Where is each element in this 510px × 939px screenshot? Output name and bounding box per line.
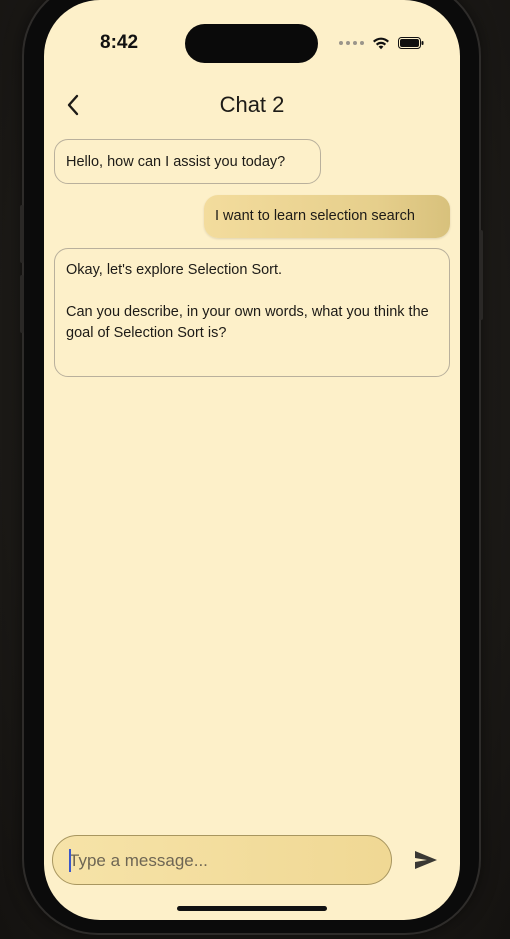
text-caret (69, 849, 71, 872)
message-paragraph: Can you describe, in your own words, wha… (66, 304, 429, 341)
message-input[interactable] (67, 836, 381, 886)
side-button (20, 275, 24, 333)
side-button (20, 205, 24, 263)
phone-screen: 8:42 Chat 2 Hello, how can I assist you … (44, 0, 460, 920)
home-indicator (177, 906, 327, 911)
stage: 8:42 Chat 2 Hello, how can I assist you … (0, 0, 510, 939)
send-icon (415, 851, 437, 869)
side-button (479, 230, 483, 320)
send-button[interactable] (408, 844, 444, 876)
message-composer (52, 835, 392, 886)
user-message: I want to learn selection search (204, 195, 450, 238)
assistant-message: Okay, let's explore Selection Sort. Can … (54, 248, 450, 377)
message-list: Hello, how can I assist you today? I wan… (44, 0, 460, 820)
message-paragraph: Okay, let's explore Selection Sort. (66, 262, 283, 278)
assistant-message: Hello, how can I assist you today? (54, 139, 321, 184)
